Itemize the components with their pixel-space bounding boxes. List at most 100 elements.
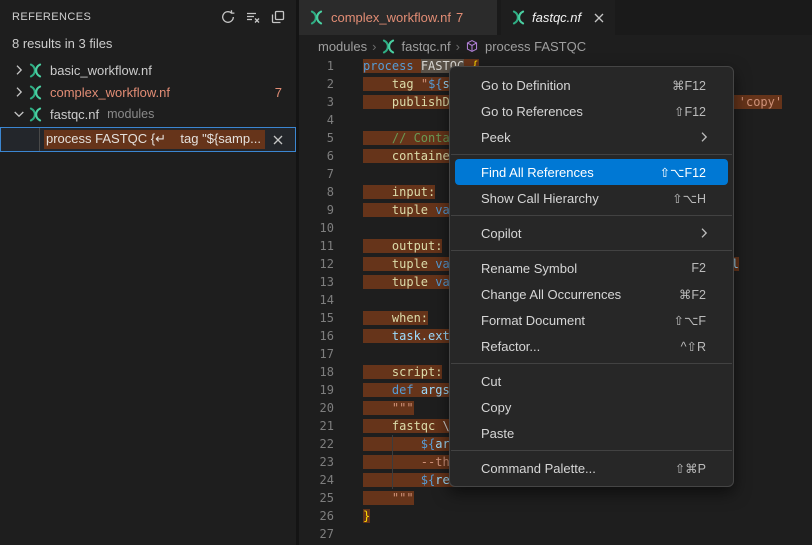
token: args [421, 383, 450, 397]
token [363, 203, 392, 217]
references-panel-header: REFERENCES [0, 0, 296, 33]
token: def [392, 383, 414, 397]
line-number: 14 [299, 291, 334, 309]
editor-context-menu: Go to Definition⌘F12 Go to References ⇧F12… [449, 66, 734, 487]
token: tuple [392, 257, 428, 271]
line-number: 5 [299, 129, 334, 147]
menu-item-label: Command Palette... [481, 461, 596, 476]
tree-item-complex_workflow.nf[interactable]: complex_workflow.nf7 [0, 81, 296, 103]
menu-item-cut[interactable]: Cut [450, 368, 733, 394]
menu-item-find-all-references[interactable]: Find All References ⇧⌥F12 [455, 159, 728, 185]
breadcrumb-item-process-FASTQC[interactable]: process FASTQC [465, 38, 586, 54]
menu-item-refactor-[interactable]: Refactor...^⇧R [450, 333, 733, 359]
token: process [363, 59, 414, 73]
breadcrumb-label: fastqc.nf [401, 39, 450, 54]
token: container [392, 149, 457, 163]
menu-item-copilot[interactable]: Copilot [450, 220, 733, 246]
token: """ [392, 401, 414, 415]
menu-item-go-to-references[interactable]: Go to References ⇧F12 [450, 98, 733, 124]
menu-separator [451, 450, 732, 451]
token [363, 275, 392, 289]
token: ${ [428, 77, 442, 91]
line-number: 4 [299, 111, 334, 129]
token [414, 77, 421, 91]
tab-fastqc.nf[interactable]: fastqc.nf [501, 0, 615, 35]
token [363, 149, 392, 163]
line-number: 21 [299, 417, 334, 435]
menu-item-label: Go to References [481, 104, 583, 119]
token [363, 419, 392, 433]
line-number: 7 [299, 165, 334, 183]
menu-item-shortcut: ⌘F12 [672, 78, 706, 93]
reference-range-highlight: script: [363, 365, 442, 379]
line-number: 8 [299, 183, 334, 201]
line-number: 12 [299, 255, 334, 273]
references-tree: basic_workflow.nf complex_workflow.nf7 f… [0, 59, 296, 152]
code-line[interactable]: """ [363, 489, 812, 507]
token: \ [435, 419, 449, 433]
line-number: 17 [299, 345, 334, 363]
menu-item-shortcut: ⇧⌘P [675, 461, 706, 476]
refresh-icon [220, 9, 236, 25]
line-number: 20 [299, 399, 334, 417]
token [363, 383, 392, 397]
token [363, 491, 392, 505]
tree-indent-guide [39, 128, 40, 151]
line-number: 27 [299, 525, 334, 543]
menu-item-paste[interactable]: Paste [450, 420, 733, 446]
line-number: 1 [299, 57, 334, 75]
refresh-button[interactable] [220, 9, 236, 25]
references-panel: REFERENCES 8 results in 3 files basic_wo… [0, 0, 299, 545]
token [363, 401, 392, 415]
menu-item-show-call-hierarchy[interactable]: Show Call Hierarchy⇧⌥H [450, 185, 733, 211]
submenu-arrow-icon [696, 129, 712, 145]
nextflow-icon [381, 38, 397, 54]
line-number: 16 [299, 327, 334, 345]
dismiss-result-button[interactable] [270, 132, 286, 148]
token: """ [392, 491, 414, 505]
nextflow-icon [511, 10, 526, 26]
copy-results-icon [270, 9, 286, 25]
chevron-right-icon[interactable] [11, 84, 28, 100]
code-line[interactable] [363, 525, 812, 543]
menu-item-format-document[interactable]: Format Document⇧⌥F [450, 307, 733, 333]
menu-item-copy[interactable]: Copy [450, 394, 733, 420]
chevron-down-icon[interactable] [11, 106, 28, 122]
menu-item-shortcut: ⌘F2 [679, 287, 706, 302]
panel-title: REFERENCES [12, 11, 220, 23]
code-line[interactable]: } [363, 507, 812, 525]
nextflow-icon [309, 10, 325, 26]
menu-item-shortcut: ⇧⌥F12 [660, 165, 706, 180]
menu-item-rename-symbol[interactable]: Rename SymbolF2 [450, 255, 733, 281]
menu-item-peek[interactable]: Peek [450, 124, 733, 150]
reference-match-text: process FASTQC {↵ tag "${samp... [44, 130, 265, 149]
token: tuple [392, 203, 428, 217]
breadcrumb-item-modules[interactable]: modules [318, 39, 367, 54]
chevron-right-icon[interactable] [11, 62, 28, 78]
tree-item-basic_workflow.nf[interactable]: basic_workflow.nf [0, 59, 296, 81]
panel-toolbar [220, 9, 286, 25]
breadcrumb-separator: › [456, 39, 460, 54]
line-number: 2 [299, 75, 334, 93]
reference-result-item[interactable]: process FASTQC {↵ tag "${samp... [0, 127, 296, 152]
menu-item-command-palette-[interactable]: Command Palette... ⇧⌘P [450, 455, 733, 481]
menu-item-change-all-occurrences[interactable]: Change All Occurrences⌘F2 [450, 281, 733, 307]
menu-item-label: Cut [481, 374, 501, 389]
breadcrumb-item-fastqc.nf[interactable]: fastqc.nf [381, 38, 450, 54]
copy-results-button[interactable] [270, 9, 286, 25]
reference-range-highlight: output: [363, 239, 442, 253]
reference-range-highlight: """ [363, 491, 414, 505]
menu-item-go-to-definition[interactable]: Go to Definition⌘F12 [450, 72, 733, 98]
menu-item-shortcut: ⇧⌥F [673, 313, 706, 328]
menu-separator [451, 215, 732, 216]
menu-item-shortcut: ⇧F12 [674, 104, 706, 119]
token: " [421, 77, 428, 91]
clear-all-button[interactable] [245, 9, 261, 25]
token: tuple [392, 275, 428, 289]
tab-close-button[interactable] [591, 10, 607, 26]
tab-complex_workflow.nf[interactable]: complex_workflow.nf7 [299, 0, 497, 35]
file-description: modules [107, 107, 154, 121]
tree-item-fastqc.nf[interactable]: fastqc.nfmodules [0, 103, 296, 125]
menu-item-label: Find All References [481, 165, 594, 180]
nextflow-icon [28, 62, 45, 78]
